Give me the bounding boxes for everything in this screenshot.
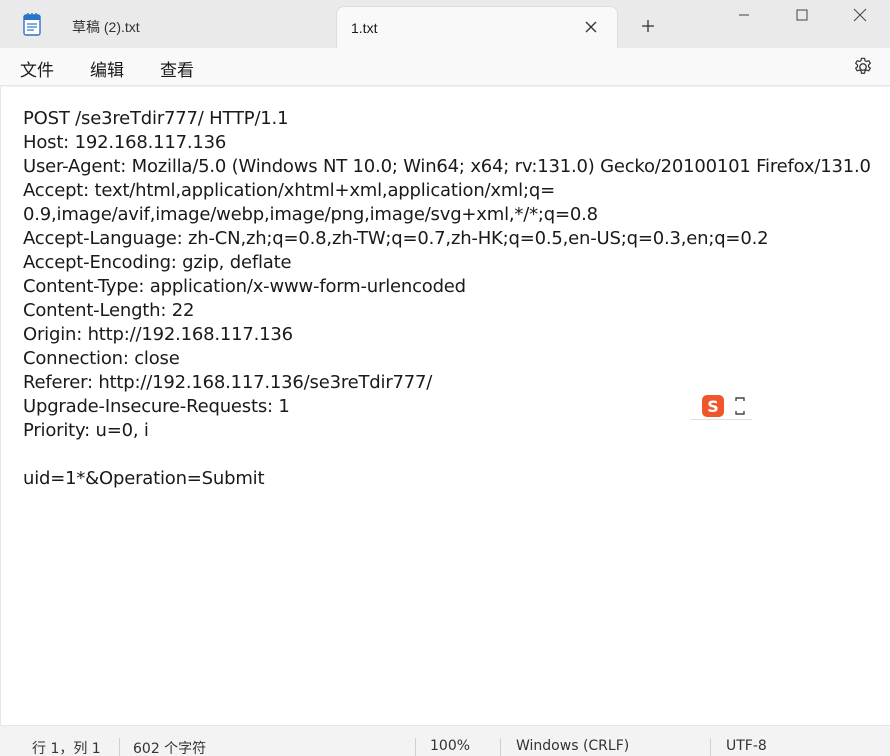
title-bar: 草稿 (2).txt 1.txt	[0, 0, 890, 48]
line-ending[interactable]: Windows (CRLF)	[516, 738, 629, 754]
ime-toolbar[interactable]: S	[690, 392, 752, 420]
editor-line: uid=1*&Operation=Submit	[23, 468, 265, 489]
editor-line: Content-Type: application/x-www-form-url…	[23, 276, 466, 297]
ime-logo-icon[interactable]: S	[702, 395, 724, 417]
menu-view[interactable]: 查看	[160, 56, 194, 81]
char-count: 602 个字符	[133, 741, 207, 756]
status-divider	[119, 738, 120, 756]
menu-bar: 文件 编辑 查看	[0, 48, 890, 86]
tab-1-txt[interactable]: 1.txt	[336, 6, 618, 48]
editor-line: Upgrade-Insecure-Requests: 1	[23, 396, 290, 417]
editor-line: Connection: close	[23, 348, 180, 369]
tab-label: 草稿 (2).txt	[72, 19, 140, 35]
close-window-icon[interactable]	[832, 0, 888, 30]
editor-line: User-Agent: Mozilla/5.0 (Windows NT 10.0…	[23, 156, 871, 177]
editor-line: Accept-Language: zh-CN,zh;q=0.8,zh-TW;q=…	[23, 228, 769, 249]
editor-line: Content-Length: 22	[23, 300, 195, 321]
tab-draft[interactable]: 草稿 (2).txt	[56, 6, 336, 48]
editor-line: 0.9,image/avif,image/webp,image/png,imag…	[23, 204, 598, 225]
close-icon[interactable]	[583, 19, 599, 35]
maximize-icon[interactable]	[774, 0, 830, 30]
zoom-level[interactable]: 100%	[430, 738, 470, 754]
editor-line: Origin: http://192.168.117.136	[23, 324, 293, 345]
editor-line: Host: 192.168.117.136	[23, 132, 227, 153]
encoding[interactable]: UTF-8	[726, 738, 767, 754]
tab-label: 1.txt	[351, 19, 378, 36]
status-bar: 行 1，列 1 602 个字符 100% Windows (CRLF) UTF-…	[0, 725, 890, 756]
menu-edit[interactable]: 编辑	[90, 56, 124, 81]
text-editor[interactable]: POST /se3reTdir777/ HTTP/1.1 Host: 192.1…	[0, 87, 890, 725]
menu-file[interactable]: 文件	[20, 56, 54, 81]
editor-line: POST /se3reTdir777/ HTTP/1.1	[23, 108, 289, 129]
editor-line: Referer: http://192.168.117.136/se3reTdi…	[23, 372, 433, 393]
notepad-icon	[22, 12, 42, 36]
ime-drag-handle-icon[interactable]	[734, 396, 746, 416]
editor-line: Priority: u=0, i	[23, 420, 149, 441]
status-divider	[415, 738, 416, 756]
plus-icon[interactable]	[636, 14, 660, 38]
status-divider	[500, 738, 501, 756]
editor-line: Accept: text/html,application/xhtml+xml,…	[23, 180, 555, 201]
minimize-icon[interactable]	[716, 0, 772, 30]
editor-line: Accept-Encoding: gzip, deflate	[23, 252, 292, 273]
gear-icon[interactable]	[852, 56, 874, 78]
status-divider	[710, 738, 711, 756]
cursor-position: 行 1，列 1	[32, 741, 101, 756]
